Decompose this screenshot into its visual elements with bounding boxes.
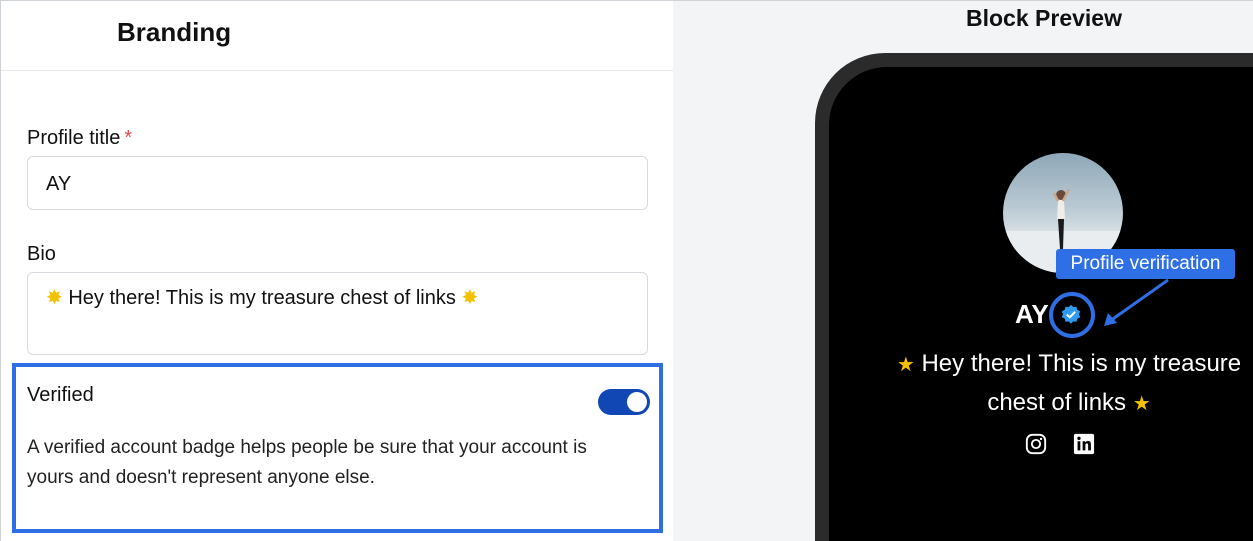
preview-profile-name: AY xyxy=(1015,299,1049,329)
bio-input[interactable]: ✸ Hey there! This is my treasure chest o… xyxy=(27,272,648,355)
sparkle-icon: ✸ xyxy=(46,287,63,309)
verified-section: Verified A verified account badge helps … xyxy=(12,363,663,533)
callout-arrow-icon xyxy=(1104,278,1169,326)
preview-bio-line-1: ★ Hey there! This is my treasure xyxy=(859,345,1253,384)
star-icon: ★ xyxy=(1132,393,1151,415)
verification-highlight-ring xyxy=(1049,292,1095,338)
linkedin-icon[interactable] xyxy=(1073,433,1095,455)
toggle-knob xyxy=(627,392,647,412)
panel-title: Branding xyxy=(117,17,232,47)
verified-title: Verified xyxy=(27,384,94,406)
preview-bio: ★ Hey there! This is my treasure chest o… xyxy=(859,345,1253,423)
preview-title: Block Preview xyxy=(966,5,1122,31)
phone-frame: AY ★ Hey there! This is my treasure ches… xyxy=(815,53,1253,541)
preview-bio-line-2: chest of links ★ xyxy=(859,384,1253,423)
profile-title-label-text: Profile title xyxy=(27,127,121,149)
bio-label: Bio xyxy=(27,243,56,265)
panel-header: Branding xyxy=(1,1,673,71)
phone-screen: AY ★ Hey there! This is my treasure ches… xyxy=(829,67,1253,541)
required-mark: * xyxy=(124,127,133,149)
bio-value: Hey there! This is my treasure chest of … xyxy=(68,287,456,309)
preview-bio-text-2: chest of links xyxy=(987,389,1127,416)
profile-title-label: Profile title * xyxy=(27,127,132,150)
sparkle-icon: ✸ xyxy=(461,287,479,309)
profile-title-value: AY xyxy=(46,173,72,195)
preview-bio-text-1: Hey there! This is my treasure xyxy=(921,350,1242,377)
profile-title-input[interactable]: AY xyxy=(27,156,648,210)
star-icon: ★ xyxy=(896,354,915,376)
instagram-icon[interactable] xyxy=(1025,433,1047,455)
social-links xyxy=(1011,433,1111,457)
verified-toggle[interactable] xyxy=(598,389,650,415)
branding-panel: Branding Profile title * AY Bio ✸ Hey the… xyxy=(1,1,673,541)
profile-verification-callout: Profile verification xyxy=(1056,249,1235,279)
verified-description: A verified account badge helps people be… xyxy=(27,437,587,488)
